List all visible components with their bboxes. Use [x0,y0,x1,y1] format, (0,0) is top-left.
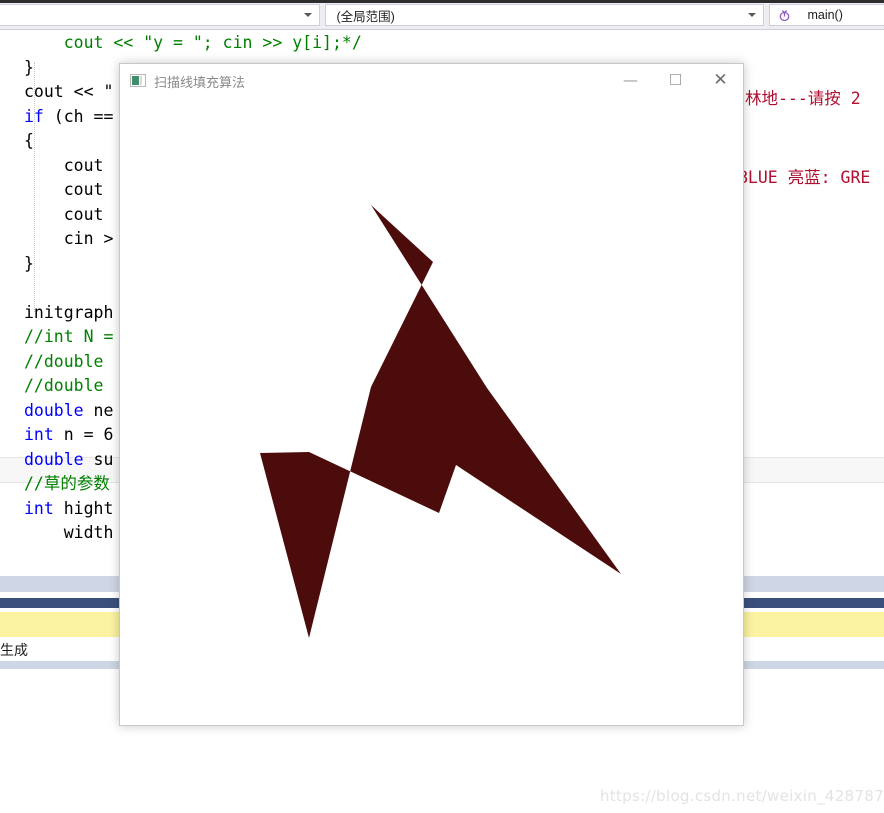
window-chrome-strip [0,0,884,3]
scanline-filled-polygon [120,98,743,725]
member-combo[interactable]: main() [769,4,884,26]
watermark-text: https://blog.csdn.net/weixin_42878758 [600,787,884,805]
graphics-window[interactable]: 扫描线填充算法 — ☐ ✕ [119,63,744,726]
close-button[interactable]: ✕ [698,64,743,96]
minimize-button[interactable]: — [608,64,653,96]
chevron-down-icon [748,13,756,17]
chevron-down-icon [304,13,312,17]
member-combo-value: main() [797,8,842,22]
scope-combo[interactable] [0,4,320,26]
maximize-button[interactable]: ☐ [653,64,698,96]
app-window-icon [130,73,146,89]
graphics-canvas[interactable] [120,98,743,725]
console-line-2: BLUE 亮蓝: GRE [738,164,870,188]
window-title-bar[interactable]: 扫描线填充算法 — ☐ ✕ [120,64,743,98]
window-title-text: 扫描线填充算法 [154,72,245,91]
build-status-label: 生成 [0,640,28,660]
console-line-1: 林地---请按 2 [745,85,861,109]
global-scope-combo[interactable]: (全局范围) [325,4,764,26]
navigation-bar: (全局范围) main() [0,0,884,30]
code-line: cout << "y = "; cin >> y[i];*/ [24,31,884,56]
window-controls: — ☐ ✕ [608,64,743,98]
method-icon [778,9,791,22]
global-scope-combo-value: (全局范围) [326,6,394,25]
